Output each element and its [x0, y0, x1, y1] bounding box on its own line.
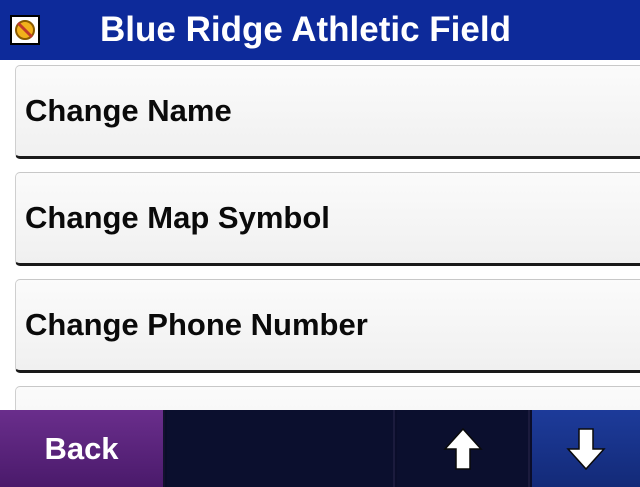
- location-symbol-icon: [10, 15, 40, 45]
- change-name-button[interactable]: Change Name: [15, 65, 640, 159]
- arrow-down-icon: [566, 428, 606, 471]
- options-list: Change Name Change Map Symbol Change Pho…: [0, 60, 640, 410]
- bottom-toolbar: Back: [0, 410, 640, 487]
- menu-item-label: Change Map Symbol: [25, 200, 330, 235]
- change-map-symbol-button[interactable]: Change Map Symbol: [15, 172, 640, 266]
- menu-item-label: Change Phone Number: [25, 307, 368, 342]
- back-button[interactable]: Back: [0, 410, 165, 487]
- arrow-up-icon: [443, 427, 483, 470]
- title-bar: Blue Ridge Athletic Field: [0, 0, 640, 60]
- menu-item-label: Change Name: [25, 93, 232, 128]
- toolbar-spacer: [167, 410, 395, 487]
- scroll-up-button[interactable]: [397, 410, 530, 487]
- scroll-down-button[interactable]: [532, 410, 640, 487]
- change-phone-number-button[interactable]: Change Phone Number: [15, 279, 640, 373]
- next-menu-item-button[interactable]: [15, 386, 640, 410]
- page-title: Blue Ridge Athletic Field: [100, 10, 511, 49]
- back-button-label: Back: [44, 430, 119, 466]
